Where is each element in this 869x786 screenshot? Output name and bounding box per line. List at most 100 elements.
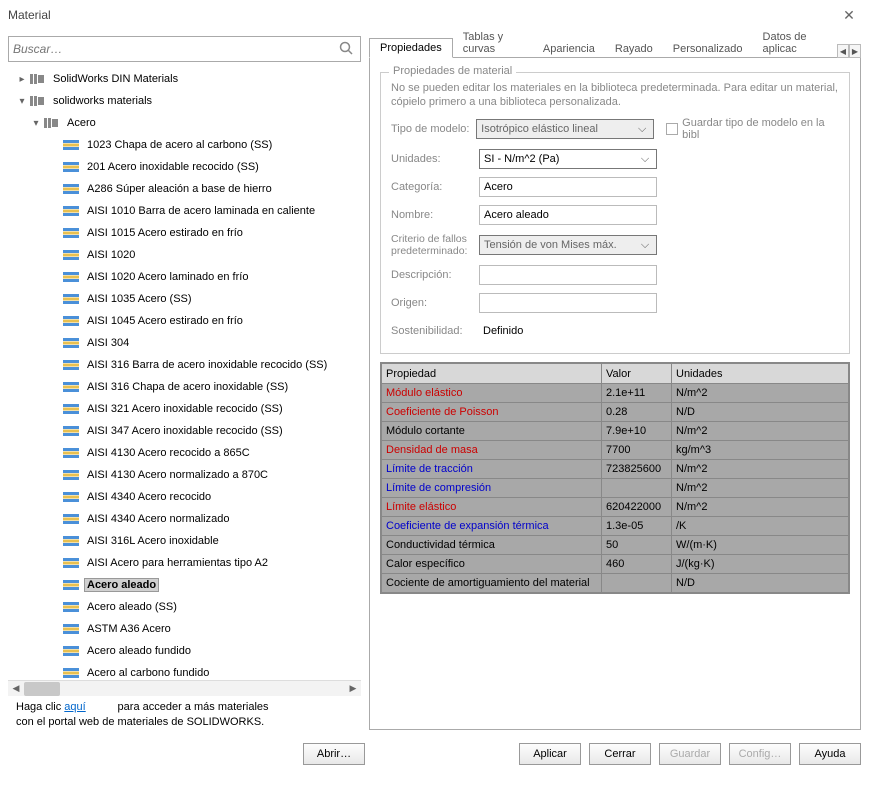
table-row[interactable]: Límite de compresiónN/m^2: [382, 479, 849, 498]
table-row[interactable]: Densidad de masa7700kg/m^3: [382, 441, 849, 460]
prop-value-cell[interactable]: 0.28: [602, 403, 672, 422]
prop-name-cell[interactable]: Densidad de masa: [382, 441, 602, 460]
prop-value-cell[interactable]: [602, 479, 672, 498]
origen-field[interactable]: [479, 293, 657, 313]
tree-item[interactable]: ▸AISI 347 Acero inoxidable recocido (SS): [8, 420, 361, 442]
tree-item[interactable]: ▸AISI 4130 Acero normalizado a 870C: [8, 464, 361, 486]
nombre-field[interactable]: Acero aleado: [479, 205, 657, 225]
prop-name-cell[interactable]: Límite de tracción: [382, 460, 602, 479]
prop-name-cell[interactable]: Coeficiente de Poisson: [382, 403, 602, 422]
table-row[interactable]: Límite de tracción723825600N/m^2: [382, 460, 849, 479]
unidades-select[interactable]: SI - N/m^2 (Pa)⌵: [479, 149, 657, 169]
tree-caret-icon[interactable]: ▸: [16, 74, 28, 85]
col-header-unidades[interactable]: Unidades: [672, 364, 849, 384]
prop-value-cell[interactable]: 723825600: [602, 460, 672, 479]
prop-units-cell[interactable]: N/m^2: [672, 384, 849, 403]
prop-value-cell[interactable]: 50: [602, 536, 672, 555]
tree-item[interactable]: ▸Acero al carbono fundido: [8, 662, 361, 680]
prop-name-cell[interactable]: Conductividad térmica: [382, 536, 602, 555]
tree-item[interactable]: ▸AISI 1035 Acero (SS): [8, 288, 361, 310]
prop-name-cell[interactable]: Calor específico: [382, 555, 602, 574]
tree-item[interactable]: ▸AISI 4130 Acero recocido a 865C: [8, 442, 361, 464]
prop-name-cell[interactable]: Módulo elástico: [382, 384, 602, 403]
tab-propiedades[interactable]: Propiedades: [369, 38, 453, 58]
material-tree[interactable]: ▸SolidWorks DIN Materials▾solidworks mat…: [8, 68, 361, 680]
tab-scroll-right-button[interactable]: ▶: [849, 44, 861, 58]
prop-value-cell[interactable]: [602, 574, 672, 593]
table-row[interactable]: Módulo cortante7.9e+10N/m^2: [382, 422, 849, 441]
materials-portal-link[interactable]: aquí: [64, 701, 85, 713]
table-row[interactable]: Calor específico460J/(kg·K): [382, 555, 849, 574]
prop-units-cell[interactable]: N/D: [672, 574, 849, 593]
table-row[interactable]: Cociente de amortiguamiento del material…: [382, 574, 849, 593]
tree-item[interactable]: ▸AISI Acero para herramientas tipo A2: [8, 552, 361, 574]
prop-units-cell[interactable]: N/D: [672, 403, 849, 422]
tab-scroll-left-button[interactable]: ◀: [837, 44, 849, 58]
tree-item[interactable]: ▸AISI 316 Chapa de acero inoxidable (SS): [8, 376, 361, 398]
prop-units-cell[interactable]: N/m^2: [672, 479, 849, 498]
tree-item[interactable]: ▸A286 Súper aleación a base de hierro: [8, 178, 361, 200]
prop-value-cell[interactable]: 620422000: [602, 498, 672, 517]
tree-item[interactable]: ▸Acero aleado fundido: [8, 640, 361, 662]
tree-caret-icon[interactable]: ▾: [16, 96, 28, 107]
tree-item[interactable]: ▸AISI 4340 Acero normalizado: [8, 508, 361, 530]
tipo-modelo-select[interactable]: Isotrópico elástico lineal⌵: [476, 119, 654, 139]
prop-units-cell[interactable]: kg/m^3: [672, 441, 849, 460]
cerrar-button[interactable]: Cerrar: [589, 743, 651, 765]
tree-item[interactable]: ▸AISI 1045 Acero estirado en frío: [8, 310, 361, 332]
tree-item[interactable]: ▸Acero aleado (SS): [8, 596, 361, 618]
table-row[interactable]: Conductividad térmica50W/(m·K): [382, 536, 849, 555]
aplicar-button[interactable]: Aplicar: [519, 743, 581, 765]
prop-units-cell[interactable]: N/m^2: [672, 460, 849, 479]
criterio-select[interactable]: Tensión de von Mises máx.⌵: [479, 235, 657, 255]
table-row[interactable]: Límite elástico620422000N/m^2: [382, 498, 849, 517]
guardar-tipo-checkbox[interactable]: Guardar tipo de modelo en la bibl: [666, 117, 839, 141]
tab-personalizado[interactable]: Personalizado: [663, 40, 753, 58]
tree-item[interactable]: ▸AISI 316 Barra de acero inoxidable reco…: [8, 354, 361, 376]
prop-value-cell[interactable]: 7700: [602, 441, 672, 460]
tree-item[interactable]: ▾Acero: [8, 112, 361, 134]
prop-name-cell[interactable]: Cociente de amortiguamiento del material: [382, 574, 602, 593]
search-input[interactable]: [8, 36, 361, 62]
tree-item[interactable]: ▸ASTM A36 Acero: [8, 618, 361, 640]
tree-caret-icon[interactable]: ▾: [30, 118, 42, 129]
tree-item[interactable]: ▸AISI 1020 Acero laminado en frío: [8, 266, 361, 288]
tree-item[interactable]: ▸AISI 1010 Barra de acero laminada en ca…: [8, 200, 361, 222]
tree-item[interactable]: ▸AISI 304: [8, 332, 361, 354]
tab-tablas-y-curvas[interactable]: Tablas y curvas: [453, 28, 533, 58]
prop-units-cell[interactable]: N/m^2: [672, 422, 849, 441]
prop-name-cell[interactable]: Módulo cortante: [382, 422, 602, 441]
prop-units-cell[interactable]: N/m^2: [672, 498, 849, 517]
prop-value-cell[interactable]: 7.9e+10: [602, 422, 672, 441]
ayuda-button[interactable]: Ayuda: [799, 743, 861, 765]
prop-name-cell[interactable]: Coeficiente de expansión térmica: [382, 517, 602, 536]
col-header-valor[interactable]: Valor: [602, 364, 672, 384]
scroll-left-button[interactable]: ◀: [8, 681, 24, 697]
tree-item[interactable]: ▸AISI 1020: [8, 244, 361, 266]
tree-item[interactable]: ▸AISI 4340 Acero recocido: [8, 486, 361, 508]
tree-item[interactable]: ▸AISI 1015 Acero estirado en frío: [8, 222, 361, 244]
prop-units-cell[interactable]: J/(kg·K): [672, 555, 849, 574]
tree-item[interactable]: ▸SolidWorks DIN Materials: [8, 68, 361, 90]
close-icon[interactable]: ✕: [837, 3, 861, 27]
descripcion-field[interactable]: [479, 265, 657, 285]
prop-name-cell[interactable]: Límite elástico: [382, 498, 602, 517]
tree-item[interactable]: ▸AISI 316L Acero inoxidable: [8, 530, 361, 552]
scroll-right-button[interactable]: ▶: [345, 681, 361, 697]
tab-datos-de-aplicac[interactable]: Datos de aplicac: [753, 28, 837, 58]
tab-apariencia[interactable]: Apariencia: [533, 40, 605, 58]
col-header-propiedad[interactable]: Propiedad: [382, 364, 602, 384]
search-field[interactable]: [13, 42, 336, 56]
tab-rayado[interactable]: Rayado: [605, 40, 663, 58]
scroll-thumb[interactable]: [24, 682, 60, 696]
table-row[interactable]: Coeficiente de Poisson0.28N/D: [382, 403, 849, 422]
tree-item[interactable]: ▾solidworks materials: [8, 90, 361, 112]
tree-item[interactable]: ▸201 Acero inoxidable recocido (SS): [8, 156, 361, 178]
prop-value-cell[interactable]: 460: [602, 555, 672, 574]
tree-item[interactable]: ▸1023 Chapa de acero al carbono (SS): [8, 134, 361, 156]
table-row[interactable]: Coeficiente de expansión térmica1.3e-05/…: [382, 517, 849, 536]
abrir-button[interactable]: Abrir…: [303, 743, 365, 765]
prop-units-cell[interactable]: W/(m·K): [672, 536, 849, 555]
prop-value-cell[interactable]: 1.3e-05: [602, 517, 672, 536]
search-icon[interactable]: [336, 40, 356, 59]
